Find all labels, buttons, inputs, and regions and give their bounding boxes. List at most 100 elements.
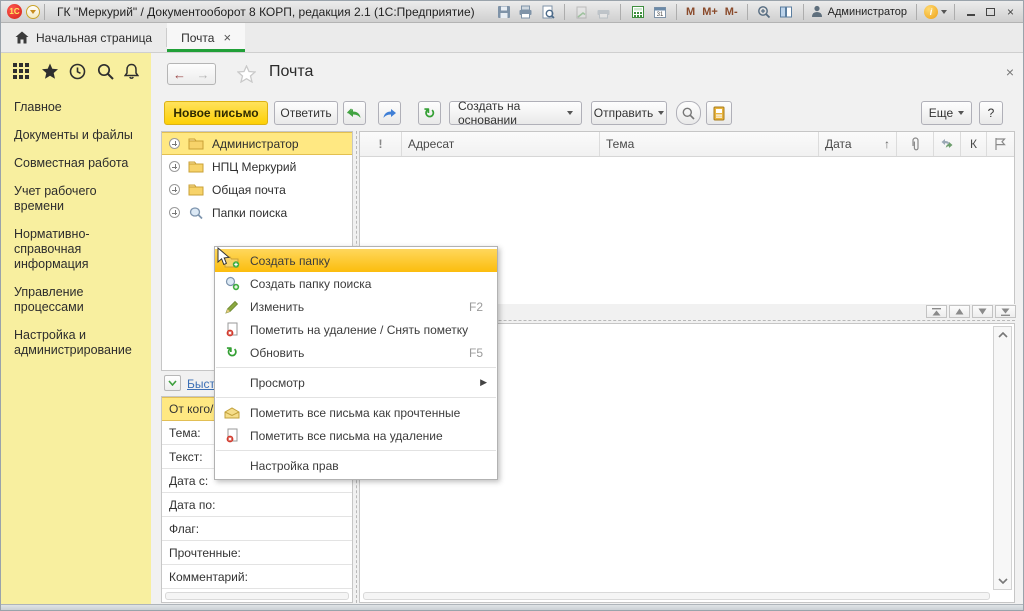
sidebar-item-reference-info[interactable]: Нормативно-справочная информация [14,227,143,272]
close-form-button[interactable]: × [1001,64,1019,80]
refresh-button[interactable]: ↻ [418,101,441,125]
filter-row-date-to[interactable]: Дата по: [162,493,352,517]
tab-home[interactable]: Начальная страница [1,23,166,52]
save-button[interactable] [494,3,513,20]
tab-mail[interactable]: Почта × [167,23,245,52]
context-menu-item-mark-all-deletion[interactable]: Пометить все письма на удаление [215,424,497,447]
tab-bar: Начальная страница Почта × [1,23,1024,53]
filter-row-comment[interactable]: Комментарий: [162,565,352,589]
close-window-button[interactable]: × [1002,4,1019,19]
send-button[interactable]: Отправить [591,101,667,125]
tab-close-icon[interactable]: × [223,30,231,45]
context-menu-item-refresh[interactable]: ↻ Обновить F5 [215,341,497,364]
flag-icon [994,137,1006,151]
attachment-column-header[interactable] [897,132,934,156]
move-down-button[interactable] [972,305,993,318]
scroll-up-button[interactable] [994,327,1011,343]
context-menu-item-create-folder[interactable]: Создать папку [215,249,497,272]
sidebar-item-processes[interactable]: Управление процессами [14,285,143,315]
sidebar-item-documents[interactable]: Документы и файлы [14,128,143,143]
sidebar-item-main[interactable]: Главное [14,100,143,115]
expand-icon[interactable] [169,161,180,172]
print-settings-button[interactable] [594,3,613,20]
expand-icon[interactable] [169,184,180,195]
folder-icon [188,137,204,150]
memory-plus-button[interactable]: M+ [700,6,720,18]
home-icon [15,31,29,44]
importance-column-header[interactable]: ! [360,132,402,156]
move-last-button[interactable] [995,305,1016,318]
calendar-button[interactable]: 31 [650,3,669,20]
history-clock-icon[interactable] [69,63,86,80]
reply-all-button[interactable] [343,101,366,125]
sidebar-item-timesheet[interactable]: Учет рабочего времени [14,184,143,214]
date-column-header[interactable]: Дата↑ [819,132,897,156]
mail-search-button[interactable] [676,101,701,125]
memory-recall-button[interactable]: M [684,6,697,18]
new-mail-button[interactable]: Новое письмо [164,101,268,125]
filter-row-flag[interactable]: Флаг: [162,517,352,541]
back-button[interactable]: ← [167,63,192,85]
printer-settings-icon [596,5,611,19]
sidebar-item-collaboration[interactable]: Совместная работа [14,156,143,171]
print-button[interactable] [516,3,535,20]
context-menu-item-rights-settings[interactable]: Настройка прав [215,454,497,477]
vertical-scrollbar[interactable] [993,326,1012,590]
folder-row-search-folders[interactable]: Папки поиска [162,201,352,224]
folder-label: Администратор [212,137,299,151]
menu-item-label: Создать папку поиска [250,277,497,291]
menu-item-label: Пометить все письма на удаление [250,429,497,443]
main-menu-dropdown[interactable] [26,5,40,19]
create-based-button[interactable]: Создать на основании [449,101,582,125]
favorite-star-icon[interactable] [237,65,256,83]
folder-row-administrator[interactable]: Администратор [162,132,352,155]
split-view-button[interactable] [777,3,796,20]
forward-mail-button[interactable] [378,101,401,125]
expand-icon[interactable] [169,207,180,218]
move-first-button[interactable] [926,305,947,318]
reply-button[interactable]: Ответить [274,101,338,125]
folder-context-menu: Создать папку Создать папку поиска Измен… [214,246,498,480]
filter-row-read[interactable]: Прочтенные: [162,541,352,565]
context-menu-item-mark-deletion[interactable]: Пометить на удаление / Снять пометку [215,318,497,341]
help-button[interactable]: ? [979,101,1003,125]
replied-column-header[interactable] [934,132,961,156]
horizontal-scrollbar[interactable] [165,592,349,600]
subject-column-header[interactable]: Тема [600,132,819,156]
context-menu-item-view[interactable]: Просмотр ▶ [215,371,497,394]
more-button[interactable]: Еще [921,101,972,125]
memory-minus-button[interactable]: M- [723,6,740,18]
print-preview-button[interactable] [538,3,557,20]
folder-row-npc-mercury[interactable]: НПЦ Меркурий [162,155,352,178]
flag-column-header[interactable] [987,132,1012,156]
folder-row-shared-mail[interactable]: Общая почта [162,178,352,201]
copy-column-label: К [970,137,977,151]
menu-grid-icon[interactable] [13,63,30,80]
context-menu-item-create-search-folder[interactable]: Создать папку поиска [215,272,497,295]
move-up-button[interactable] [949,305,970,318]
minimize-button[interactable] [962,4,979,19]
quick-filters-toggle[interactable] [164,375,181,391]
calculator-button[interactable] [628,3,647,20]
sidebar-item-settings[interactable]: Настройка и администрирование [14,328,143,358]
address-book-button[interactable] [706,101,732,125]
favorites-star-icon[interactable] [41,63,59,80]
info-button[interactable]: i [924,5,938,19]
context-menu-item-mark-all-read[interactable]: Пометить все письма как прочтенные [215,401,497,424]
scroll-down-button[interactable] [994,573,1011,589]
info-dropdown-icon[interactable] [941,10,947,14]
split-columns-icon [779,5,793,19]
search-icon[interactable] [97,63,114,80]
zoom-button[interactable] [755,3,774,20]
expand-icon[interactable] [169,138,180,149]
maximize-button[interactable] [982,4,999,19]
notifications-bell-icon[interactable] [124,63,139,80]
forward-button[interactable]: → [191,63,216,85]
context-menu-item-edit[interactable]: Изменить F2 [215,295,497,318]
addressee-column-header[interactable]: Адресат [402,132,600,156]
copy-column-header[interactable]: К [961,132,987,156]
menu-item-label: Создать папку [250,254,497,268]
filter-label: Комментарий: [169,570,248,584]
horizontal-scrollbar[interactable] [363,592,990,600]
copy-to-clipboard-button[interactable] [572,3,591,20]
